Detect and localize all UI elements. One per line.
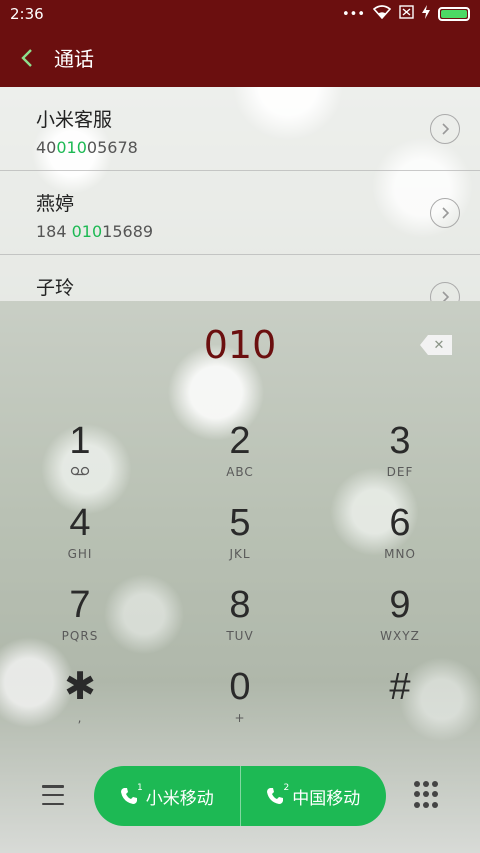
charging-icon (422, 5, 430, 23)
key-digit: # (389, 666, 411, 708)
sim2-badge: 2 (283, 783, 290, 793)
back-button[interactable] (0, 48, 54, 68)
call-bar: 1 小米移动 2 中国移动 (0, 766, 480, 826)
result-item[interactable]: 小米客服 4001005678 (0, 87, 480, 171)
key-1[interactable]: 1 (0, 419, 160, 501)
chevron-right-icon[interactable] (430, 198, 460, 228)
no-sim-icon (399, 5, 414, 23)
key-letters: + (234, 711, 246, 725)
key-letters: JKL (229, 547, 251, 561)
key-digit: 6 (389, 502, 411, 544)
call-sim2-button[interactable]: 2 中国移动 (239, 766, 387, 826)
dialpad-toggle-icon[interactable] (414, 781, 438, 809)
key-digit: 2 (229, 420, 251, 462)
key-6[interactable]: 6 MNO (320, 501, 480, 583)
key-digit: 4 (69, 502, 91, 544)
contact-name: 子玲 (36, 277, 75, 299)
key-digit: 9 (389, 584, 411, 626)
status-icons: ••• (342, 5, 470, 23)
key-digit: 1 (69, 420, 91, 462)
number-suffix: 05678 (86, 138, 138, 157)
key-letters: , (77, 711, 83, 725)
contact-name: 燕婷 (36, 193, 75, 215)
key-5[interactable]: 5 JKL (160, 501, 320, 583)
number-suffix: 15689 (102, 222, 154, 241)
key-star[interactable]: ✱ , (0, 665, 160, 747)
key-letters: MNO (384, 547, 416, 561)
page-title: 通话 (54, 47, 94, 71)
result-item[interactable]: 子玲 (0, 255, 480, 301)
menu-icon[interactable] (40, 782, 66, 808)
contact-number: 184 01015689 (36, 222, 480, 241)
number-match: 010 (71, 222, 103, 241)
number-prefix: 184 (36, 222, 72, 241)
call-sim2-label: 中国移动 (292, 788, 361, 809)
result-item[interactable]: 燕婷 184 01015689 (0, 171, 480, 255)
status-bar: 2:36 ••• (0, 0, 480, 28)
key-3[interactable]: 3 DEF (320, 419, 480, 501)
key-9[interactable]: 9 WXYZ (320, 583, 480, 665)
call-sim1-button[interactable]: 1 小米移动 (94, 766, 240, 826)
key-hash[interactable]: # (320, 665, 480, 747)
phone-sim1-icon: 1 (120, 783, 143, 805)
phone-sim2-icon: 2 (266, 783, 289, 805)
key-digit: 5 (229, 502, 251, 544)
key-0[interactable]: 0 + (160, 665, 320, 747)
battery-icon (438, 7, 470, 21)
key-digit: 0 (229, 666, 251, 708)
contact-number: 4001005678 (36, 138, 480, 157)
app-header: 通话 (0, 28, 480, 87)
key-digit: 7 (69, 584, 91, 626)
number-match: 010 (56, 138, 87, 157)
contact-name: 小米客服 (36, 109, 113, 131)
more-dots-icon: ••• (341, 6, 365, 22)
key-2[interactable]: 2 ABC (160, 419, 320, 501)
chevron-left-icon (21, 48, 32, 67)
search-results-list: 小米客服 4001005678 燕婷 184 01015689 子玲 (0, 87, 480, 301)
key-7[interactable]: 7 PQRS (0, 583, 160, 665)
battery-fill (441, 10, 467, 18)
dialpad-panel: 010 ✕ 1 2 ABC 3 DEF 4 GHI 5 JKL 6 MNO 7 … (0, 301, 480, 853)
key-letters: GHI (67, 547, 93, 561)
sim1-badge: 1 (137, 783, 143, 793)
number-prefix: 40 (36, 138, 57, 157)
key-letters: TUV (226, 629, 254, 643)
key-letters: PQRS (61, 629, 99, 643)
key-digit: 3 (389, 420, 411, 462)
voicemail-icon (70, 465, 90, 479)
keypad: 1 2 ABC 3 DEF 4 GHI 5 JKL 6 MNO 7 PQRS 8… (0, 419, 480, 747)
wifi-icon (372, 5, 392, 23)
status-time: 2:36 (10, 5, 44, 23)
call-buttons: 1 小米移动 2 中国移动 (94, 766, 386, 826)
chevron-right-icon[interactable] (430, 114, 460, 144)
key-letters: WXYZ (380, 629, 420, 643)
key-letters: ABC (226, 465, 254, 479)
key-4[interactable]: 4 GHI (0, 501, 160, 583)
key-digit: 8 (229, 584, 251, 626)
key-digit: ✱ (64, 666, 96, 708)
key-8[interactable]: 8 TUV (160, 583, 320, 665)
key-letters: DEF (386, 465, 414, 479)
dialed-digits: 010 (203, 323, 277, 367)
call-sim1-label: 小米移动 (145, 788, 214, 809)
